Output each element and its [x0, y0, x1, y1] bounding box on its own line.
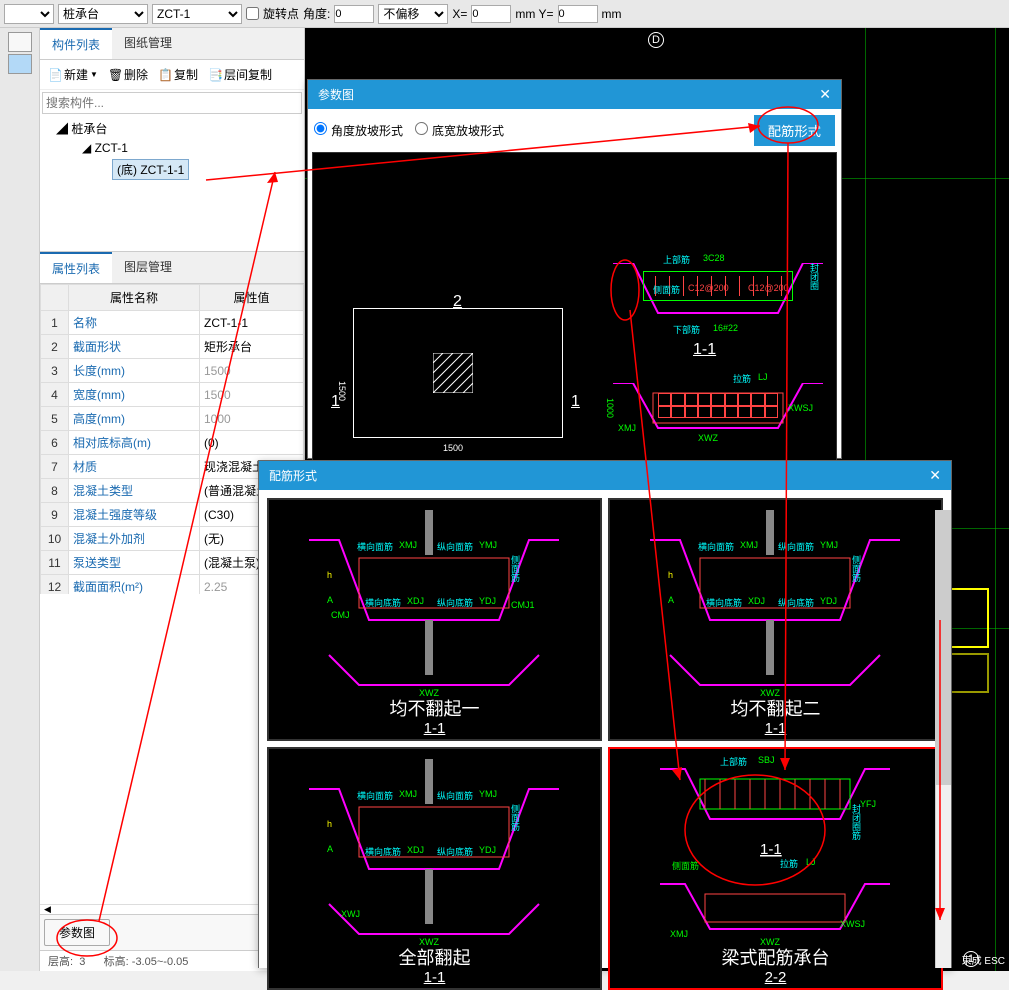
x-label: X= [452, 7, 467, 21]
angle-label: 角度: [303, 5, 330, 22]
tool-icon-2[interactable] [8, 54, 32, 74]
property-row[interactable]: 2截面形状矩形承台 [41, 335, 304, 359]
side-strip [0, 28, 40, 971]
tab-component-list[interactable]: 构件列表 [40, 28, 112, 59]
property-tabs: 属性列表 图层管理 [40, 251, 304, 284]
rebar-form-modal: 配筋形式 ✕ 横向面筋XMJ纵向面筋YMJ横向底筋XDJ纵向底筋YDJCMJCM… [258, 460, 952, 968]
rebar-option-grid: 横向面筋XMJ纵向面筋YMJ横向底筋XDJ纵向底筋YDJCMJCMJ1hAXWZ… [267, 498, 943, 990]
y-label: mm Y= [515, 7, 553, 21]
offset-dropdown[interactable]: 不偏移 [378, 4, 448, 24]
category-dropdown[interactable]: 桩承台 [58, 4, 148, 24]
param-modal-title: 参数图 [318, 86, 354, 103]
property-row[interactable]: 1名称ZCT-1-1 [41, 311, 304, 335]
angle-input[interactable] [334, 5, 374, 23]
tab-drawing-mgmt[interactable]: 图纸管理 [112, 28, 184, 59]
property-row[interactable]: 5高度(mm)1000 [41, 407, 304, 431]
tab-properties[interactable]: 属性列表 [40, 252, 112, 283]
header-value: 属性值 [200, 285, 304, 311]
property-row[interactable]: 3长度(mm)1500 [41, 359, 304, 383]
new-icon: 📄 [48, 68, 62, 82]
param-diagram-modal: 参数图 ✕ 角度放坡形式 底宽放坡形式 配筋形式 1500 1500 1 1 2… [307, 79, 842, 459]
param-modal-close-icon[interactable]: ✕ [819, 86, 831, 103]
unknown-dropdown[interactable] [4, 4, 54, 24]
component-tabs: 构件列表 图纸管理 [40, 28, 304, 60]
tree-root[interactable]: ◢ 桩承台 [42, 118, 302, 139]
copy-icon: 📋 [158, 68, 172, 82]
rebar-modal-close-icon[interactable]: ✕ [929, 467, 941, 484]
slope-radio-row: 角度放坡形式 底宽放坡形式 配筋形式 [308, 109, 841, 152]
param-diagram-button[interactable]: 参数图 [44, 919, 110, 946]
component-tree: ◢ 桩承台 ◢ ZCT-1 (底) ZCT-1-1 [40, 116, 304, 251]
mm-label: mm [602, 7, 622, 21]
x-input[interactable] [471, 5, 511, 23]
rebar-scrollbar[interactable] [935, 510, 951, 968]
rebar-option-0[interactable]: 横向面筋XMJ纵向面筋YMJ横向底筋XDJ纵向底筋YDJCMJCMJ1hAXWZ… [267, 498, 602, 741]
esc-hint: 束成 ESC [962, 952, 1005, 967]
tool-icon-1[interactable] [8, 32, 32, 52]
tab-layer-mgmt[interactable]: 图层管理 [112, 252, 184, 283]
radio-angle-slope[interactable]: 角度放坡形式 [314, 122, 403, 139]
property-row[interactable]: 4宽度(mm)1500 [41, 383, 304, 407]
layer-copy-icon: 📑 [208, 68, 222, 82]
radio-width-slope[interactable]: 底宽放坡形式 [415, 122, 504, 139]
action-bar: 📄新建▼ 🗑删除 📋复制 📑层间复制 [40, 60, 304, 90]
search-container [40, 90, 304, 116]
y-input[interactable] [558, 5, 598, 23]
property-row[interactable]: 6相对底标高(m)(0) [41, 431, 304, 455]
axis-marker-d: D [648, 32, 664, 48]
delete-button[interactable]: 🗑删除 [104, 64, 152, 85]
delete-icon: 🗑 [108, 68, 122, 82]
rebar-option-2[interactable]: 横向面筋XMJ纵向面筋YMJ横向底筋XDJ纵向底筋YDJhAXWZXWJ侧面筋全… [267, 747, 602, 990]
member-dropdown[interactable]: ZCT-1 [152, 4, 242, 24]
rebar-option-1[interactable]: 横向面筋XMJ纵向面筋YMJ横向底筋XDJ纵向底筋YDJhAXWZ侧面筋均不翻起… [608, 498, 943, 741]
param-diagram-canvas: 1500 1500 1 1 2 上部筋 3C28 侧面筋 C12@200 C12… [312, 152, 837, 462]
rebar-option-3[interactable]: 1-1 侧面筋XWZ封闭圈筋上部筋SBJ拉筋LJXMJXWSJYFJ梁式配筋承台… [608, 747, 943, 990]
copy-button[interactable]: 📋复制 [154, 64, 202, 85]
rebar-modal-title: 配筋形式 [269, 467, 317, 484]
tree-zct1[interactable]: ◢ ZCT-1 [42, 139, 302, 157]
rotate-checkbox[interactable] [246, 7, 259, 20]
rotate-checkbox-label[interactable]: 旋转点 [246, 5, 299, 22]
rebar-modal-header: 配筋形式 ✕ [259, 461, 951, 490]
top-toolbar: 桩承台 ZCT-1 旋转点 角度: 不偏移 X= mm Y= mm [0, 0, 1009, 28]
search-input[interactable] [42, 92, 302, 114]
rebar-form-button[interactable]: 配筋形式 [754, 115, 835, 146]
param-modal-header: 参数图 ✕ [308, 80, 841, 109]
tree-zct11[interactable]: (底) ZCT-1-1 [42, 157, 302, 182]
layer-copy-button[interactable]: 📑层间复制 [204, 64, 276, 85]
header-name: 属性名称 [69, 285, 200, 311]
svg-text:1-1: 1-1 [760, 841, 782, 858]
new-button[interactable]: 📄新建▼ [44, 64, 102, 85]
